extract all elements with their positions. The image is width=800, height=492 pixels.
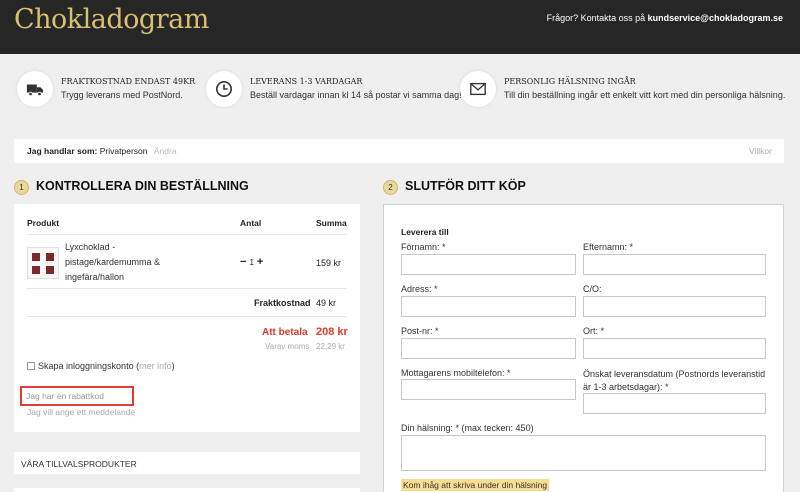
top-bar: Chokladogram Frågor? Kontakta oss på kun…: [0, 0, 800, 54]
order-summary: Produkt Antal Summa Lyxchoklad - pistage…: [14, 204, 360, 432]
item-price: 159 kr: [316, 258, 342, 268]
quantity-value: 1: [249, 258, 254, 267]
product-image: [27, 247, 59, 279]
shopper-type-bar: Jag handlar som: Privatperson Ändra Vill…: [14, 139, 784, 163]
addons-section[interactable]: Våra tillvalsprodukter: [14, 452, 360, 474]
greeting-label: Din hälsning: * (max tecken: 450): [401, 423, 534, 433]
shipping-label: Fraktkostnad: [254, 298, 311, 308]
create-account-option[interactable]: Skapa inloggningskonto (mer info): [27, 361, 175, 371]
zip-input[interactable]: [401, 338, 576, 359]
phone-input[interactable]: [401, 379, 576, 400]
create-account-label: Skapa inloggningskonto (: [38, 361, 140, 371]
step-title: KONTROLLERA DIN BESTÄLLNING: [36, 179, 249, 193]
create-account-label-end: ): [171, 361, 175, 371]
create-account-checkbox[interactable]: [27, 362, 35, 370]
step-title: SLUTFÖR DITT KÖP: [405, 179, 526, 193]
zip-label: Post-nr: *: [401, 326, 439, 336]
contact-email-link[interactable]: kundservice@chokladogram.se: [648, 13, 783, 23]
truck-icon: [26, 84, 44, 97]
shopper-label: Jag handlar som:: [27, 146, 98, 156]
address-label: Adress: *: [401, 284, 438, 294]
greeting-reminder: Kom ihåg att skriva under din hälsning: [401, 479, 550, 491]
clock-icon: [215, 80, 233, 98]
envelope-icon: [470, 82, 486, 96]
more-info-link[interactable]: mer info: [139, 361, 172, 371]
change-shopper-link[interactable]: Ändra: [154, 146, 177, 156]
increase-quantity-button[interactable]: +: [257, 256, 263, 268]
delivery-date-input[interactable]: [583, 393, 766, 414]
coupon-link[interactable]: Jag har en rabattkod: [20, 386, 134, 406]
lastname-input[interactable]: [583, 254, 766, 275]
vat-value: 22,29 kr: [316, 342, 345, 351]
benefit-title: Personlig hälsning ingår: [504, 77, 636, 86]
step-number: 2: [383, 180, 398, 195]
deliver-to-heading: Leverera till: [401, 227, 449, 237]
total-value: 208 kr: [316, 326, 348, 338]
co-input[interactable]: [583, 296, 766, 317]
contact-info: Frågor? Kontakta oss på kundservice@chok…: [547, 13, 783, 23]
firstname-input[interactable]: [401, 254, 576, 275]
terms-link[interactable]: Villkor: [749, 146, 772, 156]
delivery-date-label: Önskat leveransdatum (Postnords leverans…: [583, 369, 766, 392]
city-label: Ort: *: [583, 326, 605, 336]
shopper-value: Privatperson: [99, 146, 148, 156]
city-input[interactable]: [583, 338, 766, 359]
shipping-value: 49 kr: [316, 298, 337, 308]
benefit-title: Leverans 1-3 vardagar: [250, 77, 363, 86]
benefit-text: Trygg leverans med PostNord.: [61, 90, 183, 100]
benefit-text: Till din beställning ingår ett enkelt vi…: [504, 90, 786, 100]
decrease-quantity-button[interactable]: −: [240, 256, 246, 268]
contact-text: Frågor? Kontakta oss på: [546, 13, 646, 23]
logo[interactable]: Chokladogram: [14, 4, 209, 35]
vat-label: Varav moms: [265, 342, 310, 351]
total-label: Att betala: [262, 327, 308, 338]
message-link[interactable]: Jag vill ange ett meddelande: [27, 407, 135, 417]
product-name[interactable]: Lyxchoklad - pistage/kardemumma & ingefä…: [65, 240, 165, 285]
col-quantity: Antal: [240, 218, 262, 228]
checkout-form: Leverera till Förnamn: * Efternamn: * Ad…: [383, 204, 784, 492]
co-label: C/O:: [583, 284, 602, 294]
col-sum: Summa: [316, 218, 347, 228]
greeting-textarea[interactable]: [401, 435, 766, 471]
step-number: 1: [14, 180, 29, 195]
firstname-label: Förnamn: *: [401, 242, 446, 252]
quantity-stepper: −1 +: [240, 256, 263, 268]
address-input[interactable]: [401, 296, 576, 317]
col-product: Produkt: [27, 218, 60, 228]
phone-label: Mottagarens mobiltelefon: *: [401, 368, 511, 378]
benefit-text: Beställ vardagar innan kl 14 så postar v…: [250, 90, 462, 100]
addons-section-next: [14, 488, 360, 492]
benefit-title: Fraktkostnad endast 49kr: [61, 77, 196, 86]
lastname-label: Efternamn: *: [583, 242, 634, 252]
addons-title: Våra tillvalsprodukter: [21, 459, 137, 469]
